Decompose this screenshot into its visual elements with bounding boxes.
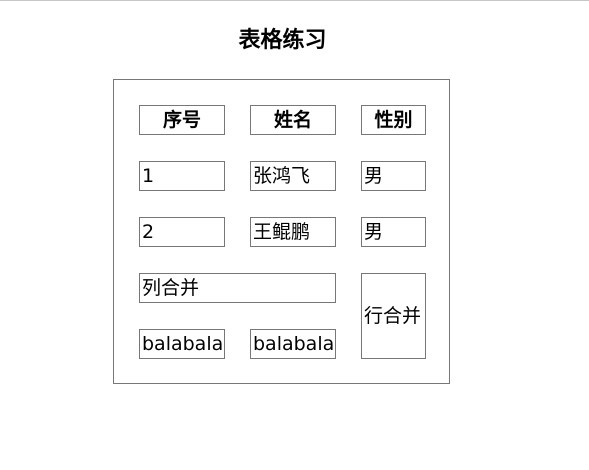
table-cell: 2: [139, 217, 225, 247]
table-cell: 王鲲鹏: [250, 217, 336, 247]
header-cell-gender: 性别: [361, 105, 426, 135]
page-title: 表格练习: [238, 28, 327, 53]
rowspan-cell: 行合并: [361, 273, 426, 359]
table-cell: 男: [361, 161, 426, 191]
table-cell: 张鸿飞: [250, 161, 336, 191]
top-divider: [0, 0, 589, 1]
table-cell: 1: [139, 161, 225, 191]
table-cell: balabala: [250, 329, 336, 359]
colspan-cell: 列合并: [139, 273, 336, 303]
header-cell-name: 姓名: [250, 105, 336, 135]
header-cell-index: 序号: [139, 105, 225, 135]
table-cell: balabala: [139, 329, 225, 359]
table-cell: 男: [361, 217, 426, 247]
rowspan-cell-label: 行合并: [364, 305, 422, 327]
